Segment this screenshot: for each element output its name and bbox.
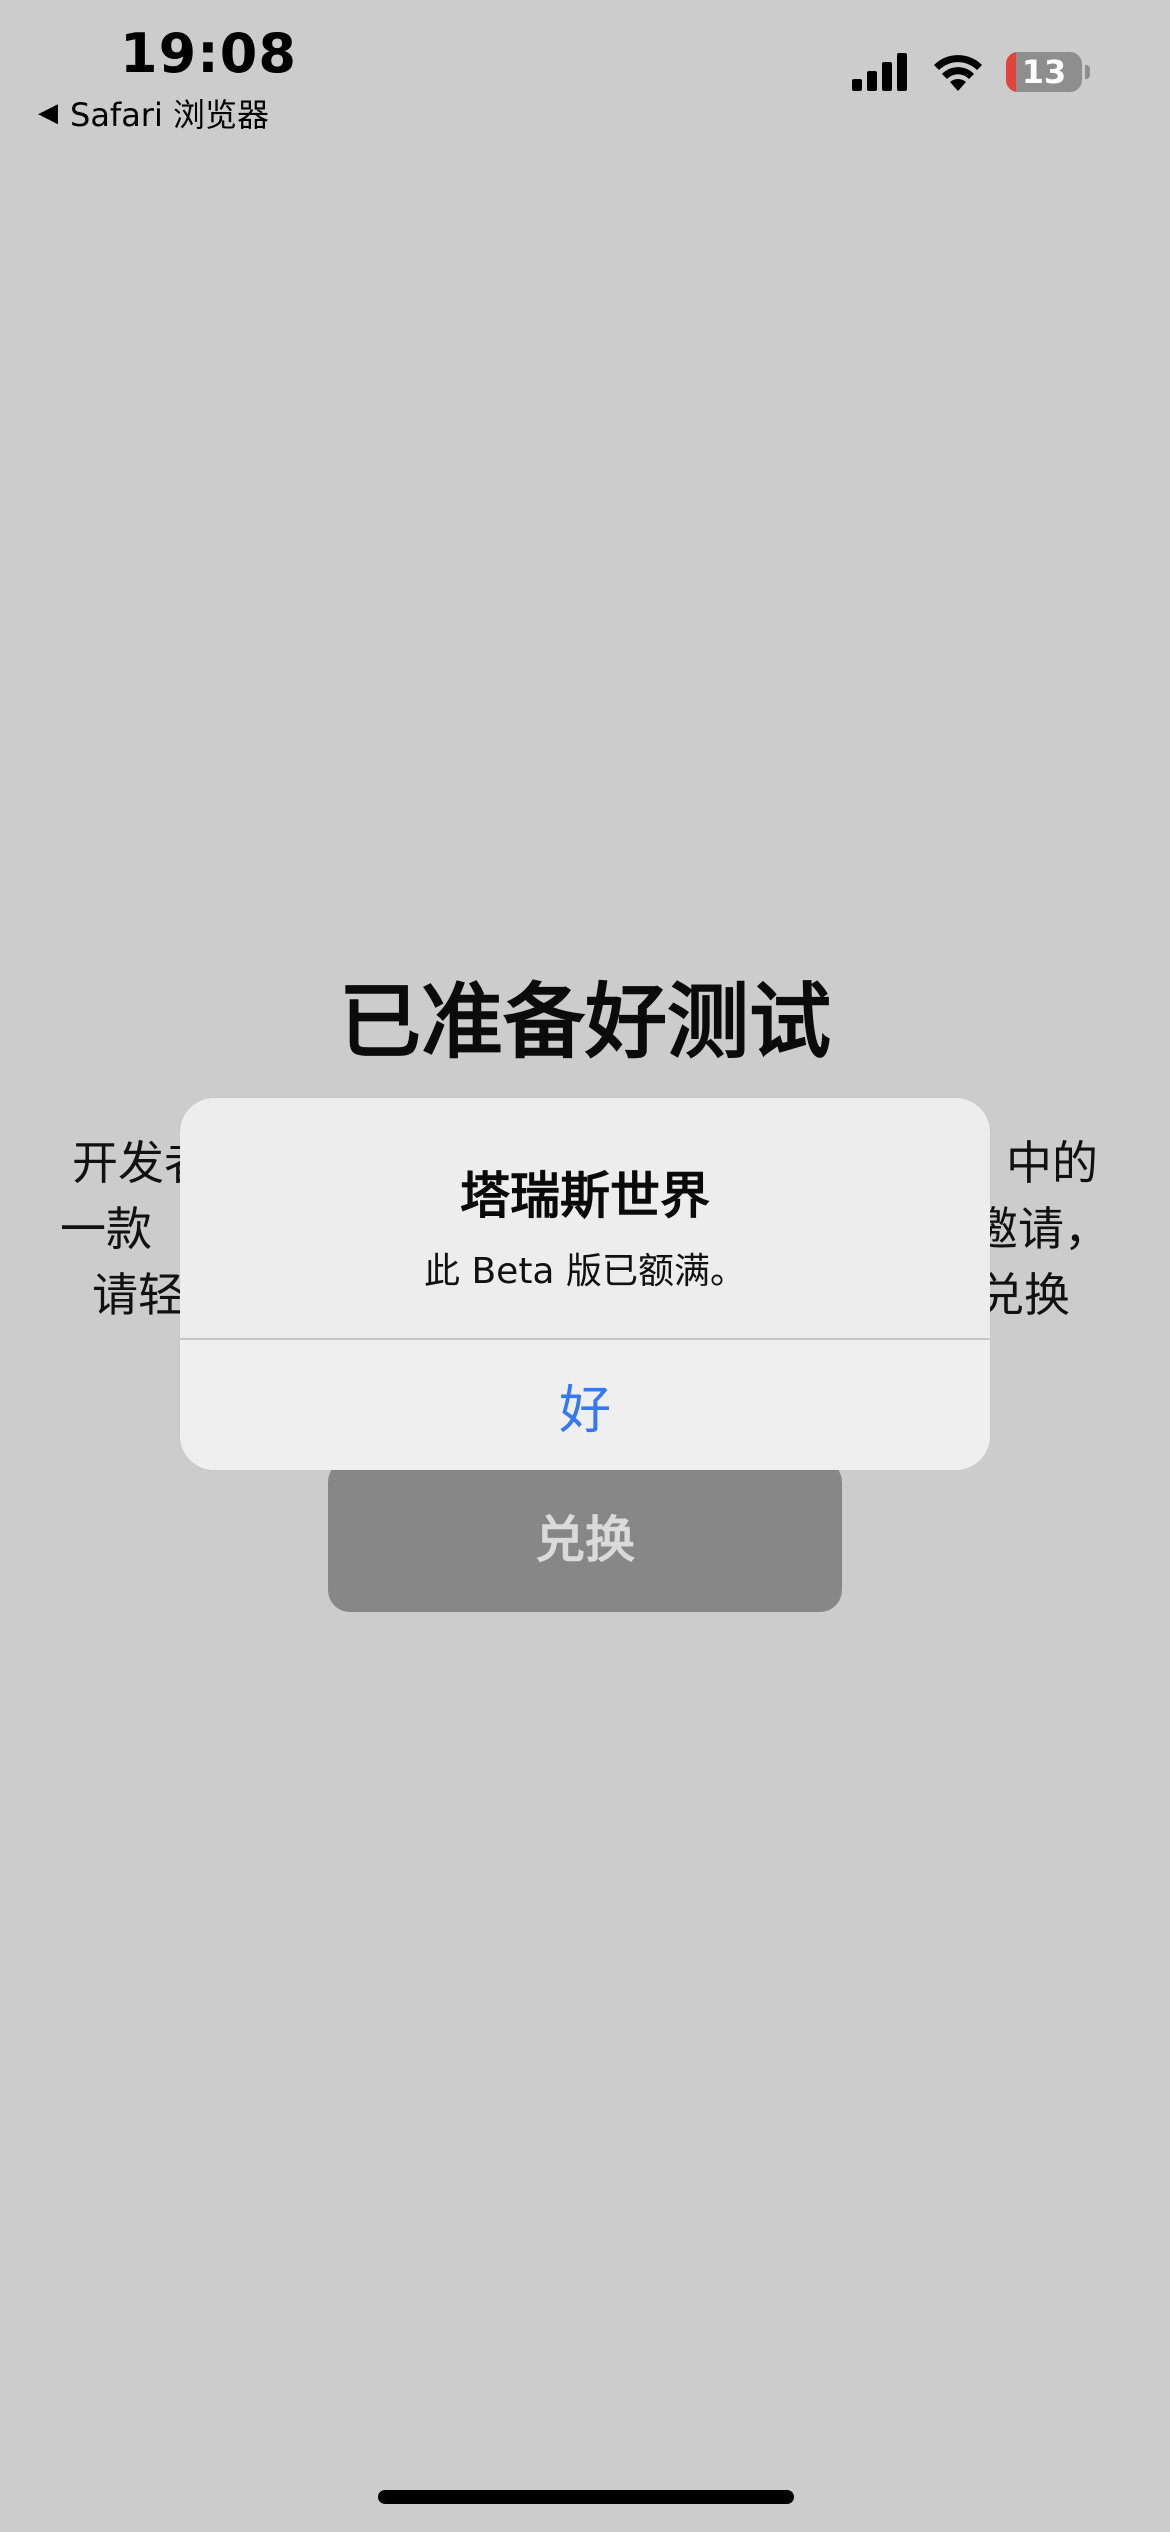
battery-cap-icon bbox=[1085, 65, 1090, 79]
battery-level-fill bbox=[1006, 52, 1016, 92]
description-fragment: 邀请， bbox=[972, 1202, 1110, 1256]
alert-dialog: 塔瑞斯世界 此 Beta 版已额满。 好 bbox=[180, 1098, 990, 1470]
cellular-signal-icon bbox=[852, 53, 910, 91]
alert-message: 此 Beta 版已额满。 bbox=[424, 1251, 746, 1292]
battery-icon: 13 bbox=[1006, 52, 1082, 92]
alert-title: 塔瑞斯世界 bbox=[460, 1167, 710, 1225]
back-triangle-icon: ◀ bbox=[38, 98, 58, 128]
status-indicators: 13 bbox=[852, 52, 1090, 92]
redeem-button[interactable]: 兑换 bbox=[328, 1460, 842, 1612]
status-bar: 19:08 ◀ Safari 浏览器 13 bbox=[0, 0, 1170, 140]
back-to-app-link[interactable]: ◀ Safari 浏览器 bbox=[38, 90, 269, 136]
wifi-icon bbox=[932, 53, 984, 91]
battery-percentage: 13 bbox=[1021, 53, 1067, 91]
description-fragment: 中的 bbox=[1006, 1136, 1098, 1190]
status-time: 19:08 bbox=[120, 22, 297, 85]
page-title: 已准备好测试 bbox=[338, 975, 831, 1070]
home-indicator[interactable] bbox=[378, 2490, 794, 2504]
description-fragment: 请轻 bbox=[92, 1268, 184, 1322]
back-app-label: Safari 浏览器 bbox=[70, 96, 270, 134]
description-fragment: 兑换 bbox=[978, 1268, 1070, 1322]
alert-body: 塔瑞斯世界 此 Beta 版已额满。 bbox=[180, 1098, 990, 1338]
description-fragment: 一款 bbox=[60, 1202, 152, 1256]
alert-ok-button[interactable]: 好 bbox=[180, 1340, 990, 1470]
